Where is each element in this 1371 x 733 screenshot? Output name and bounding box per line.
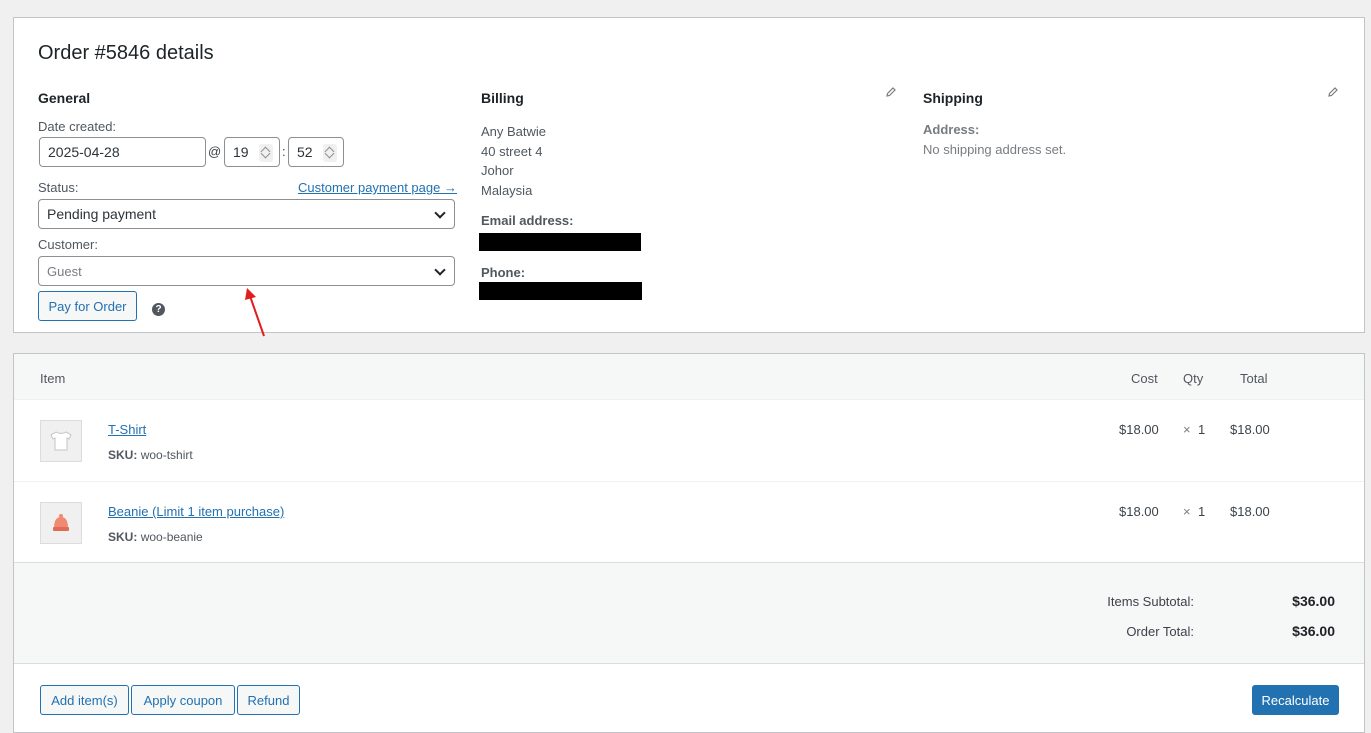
product-link[interactable]: Beanie (Limit 1 item purchase) [108, 504, 284, 519]
product-link[interactable]: T-Shirt [108, 422, 146, 437]
table-row: T-Shirt SKU: woo-tshirt $18.00 × 1 $18.0… [14, 399, 1364, 481]
recalculate-button[interactable]: Recalculate [1252, 685, 1339, 715]
shipping-heading: Shipping [923, 90, 983, 106]
customer-select[interactable]: Guest [38, 256, 455, 286]
hour-spinner-icon[interactable] [259, 144, 273, 162]
page-title: Order #5846 details [38, 42, 214, 64]
order-items-panel: Item Cost Qty Total T-Shirt SKU: woo-tsh… [13, 353, 1365, 733]
item-total: $18.00 [1230, 504, 1270, 519]
status-label: Status: [38, 180, 79, 195]
chevron-down-icon [434, 264, 446, 276]
apply-coupon-button[interactable]: Apply coupon [131, 685, 235, 715]
customer-label: Customer: [38, 237, 98, 252]
sku-value: woo-tshirt [140, 448, 193, 462]
hour-value: 19 [233, 144, 249, 160]
header-cost: Cost [1131, 371, 1158, 386]
customer-placeholder: Guest [47, 263, 82, 279]
redacted-phone [479, 282, 642, 300]
product-sku: SKU: woo-beanie [108, 530, 203, 544]
date-created-input[interactable]: 2025-04-28 [39, 137, 206, 167]
minute-input[interactable]: 52 [288, 137, 344, 167]
billing-address-line: Malaysia [481, 182, 533, 198]
sku-label: SKU: [108, 530, 138, 544]
redacted-email [479, 233, 641, 251]
edit-shipping-pencil-icon[interactable] [1327, 86, 1339, 98]
edit-billing-pencil-icon[interactable] [885, 86, 897, 98]
times-sign: × [1183, 422, 1191, 437]
item-qty: 1 [1198, 504, 1206, 519]
general-heading: General [38, 90, 91, 106]
minute-value: 52 [297, 144, 313, 160]
date-value: 2025-04-28 [48, 144, 120, 160]
order-total-label: Order Total: [1126, 624, 1194, 639]
phone-label: Phone: [481, 265, 526, 280]
item-cost: $18.00 [1119, 422, 1159, 437]
items-subtotal-label: Items Subtotal: [1107, 594, 1194, 609]
product-thumbnail [40, 502, 82, 544]
customer-payment-page-link[interactable]: Customer payment page → [298, 180, 457, 195]
time-separator: : [282, 144, 286, 159]
billing-address-line: 40 street 4 [481, 143, 543, 159]
billing-address-line: Johor [481, 163, 514, 178]
header-qty: Qty [1183, 371, 1204, 386]
items-table-header: Item Cost Qty Total [14, 354, 1364, 400]
tshirt-icon [50, 431, 72, 451]
product-sku: SKU: woo-tshirt [108, 448, 193, 462]
product-thumbnail [40, 420, 82, 462]
billing-heading: Billing [481, 90, 524, 106]
status-value: Pending payment [47, 206, 156, 222]
beanie-icon [53, 514, 69, 531]
order-total-value: $36.00 [1292, 623, 1335, 639]
help-icon[interactable]: ? [152, 303, 165, 316]
date-created-label: Date created: [38, 119, 117, 134]
sku-label: SKU: [108, 448, 138, 462]
refund-button[interactable]: Refund [237, 685, 300, 715]
add-items-button[interactable]: Add item(s) [40, 685, 129, 715]
order-details-panel: Order #5846 details General Date created… [13, 17, 1365, 337]
chevron-down-icon [434, 207, 446, 219]
item-cost: $18.00 [1119, 504, 1159, 519]
status-select[interactable]: Pending payment [38, 199, 455, 229]
email-label: Email address: [481, 213, 574, 228]
item-total: $18.00 [1230, 422, 1270, 437]
minute-spinner-icon[interactable] [323, 144, 337, 162]
order-totals: Items Subtotal: $36.00 Order Total: $36.… [14, 562, 1364, 664]
times-sign: × [1183, 504, 1191, 519]
header-total: Total [1240, 371, 1268, 386]
shipping-address-label: Address: [923, 122, 980, 137]
billing-address-line: Any Batwie [481, 124, 547, 139]
items-subtotal-value: $36.00 [1292, 593, 1335, 609]
billing-address: Any Batwie 40 street 4 Johor Malaysia [481, 122, 546, 200]
pay-for-order-button[interactable]: Pay for Order [38, 291, 137, 321]
sku-value: woo-beanie [140, 530, 203, 544]
header-item: Item [40, 371, 66, 386]
table-row: Beanie (Limit 1 item purchase) SKU: woo-… [14, 481, 1364, 563]
shipping-address-value: No shipping address set. [923, 142, 1067, 157]
at-separator: @ [208, 144, 222, 159]
item-qty: 1 [1198, 422, 1206, 437]
annotation-arrow-icon [245, 288, 265, 337]
hour-input[interactable]: 19 [224, 137, 280, 167]
